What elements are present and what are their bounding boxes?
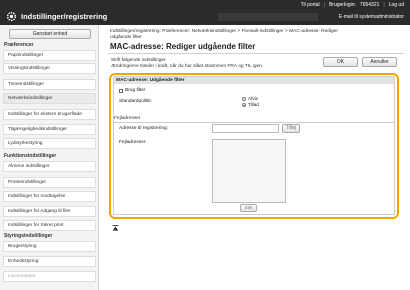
page-title: MAC-adresse: Rediger udgående filter: [110, 42, 256, 51]
divider: [108, 53, 404, 54]
restart-device-button[interactable]: Genstart enhed: [9, 29, 91, 39]
mail-admin-link[interactable]: E-mail til systemadministrator: [339, 14, 404, 20]
sidebar-item-printer[interactable]: Printerindstillinger: [3, 177, 96, 188]
panel-heading: MAC-adresse: Udgående filter: [114, 77, 394, 84]
filter-addresses-heading: Fejladresser: [114, 116, 141, 121]
info-text: Skift følgende indstillinger. Ændringern…: [111, 58, 263, 70]
separator: |: [383, 2, 385, 8]
policy-allow-label[interactable]: Tillad: [248, 102, 259, 107]
user-login-label: Brugerlogin:: [328, 2, 356, 8]
sidebar-item-common[interactable]: Almene indstillinger: [3, 161, 96, 172]
default-policy-label: Standardpolitik:: [119, 99, 153, 104]
top-bar: Til portal | Brugerlogin: 7654321 | Log …: [0, 0, 410, 25]
sidebar-item-network[interactable]: Netværksindstillinger: [3, 93, 96, 104]
ok-button[interactable]: OK: [323, 57, 358, 67]
sidebar-item-device-management[interactable]: Enhedsstyring: [3, 256, 96, 267]
info-line: Ændringerne træder i kraft, når du har s…: [111, 64, 264, 69]
sidebar-item-receive[interactable]: Indstillinger for modtagelse: [3, 191, 96, 202]
sidebar-item-display[interactable]: Visningsindstillinger: [3, 63, 96, 74]
sidebar-item-license[interactable]: Licens/andet: [3, 271, 96, 282]
portal-link[interactable]: Til portal: [301, 2, 320, 8]
top-bar-spacer: [218, 13, 318, 21]
separator: |: [323, 2, 325, 8]
top-links: Til portal | Brugerlogin: 7654321 | Log …: [301, 2, 404, 8]
filter-list-label: Fejladresser:: [119, 140, 147, 145]
sidebar-item-remote-ui[interactable]: Indstillinger for ekstern brugerflade: [3, 109, 96, 120]
sidebar-section-title: Styringsindstillinger: [4, 233, 53, 239]
policy-deny-radio[interactable]: [242, 97, 246, 101]
sidebar: Genstart enhed Præferencer Papirindstill…: [0, 25, 99, 290]
cancel-button[interactable]: Annuller: [362, 57, 397, 67]
settings-gear-icon: [6, 11, 17, 22]
sidebar-item-paper[interactable]: Papirindstillinger: [3, 50, 96, 61]
address-input[interactable]: [212, 124, 279, 133]
breadcrumb: Indstillinger/registrering: Præferencer:…: [110, 29, 402, 41]
policy-allow-radio[interactable]: [242, 103, 246, 107]
sidebar-section-title: Funktionsindstillinger: [4, 153, 57, 159]
logout-link[interactable]: Log ud: [389, 2, 404, 8]
sidebar-section-title: Præferencer: [4, 42, 34, 48]
scroll-to-top-icon[interactable]: [112, 225, 119, 231]
app-brand: Indstillinger/registrering: [6, 11, 107, 22]
filter-address-list[interactable]: [212, 139, 286, 203]
use-filter-label[interactable]: Brug filter: [125, 88, 146, 93]
policy-deny-label[interactable]: Afvis: [248, 96, 258, 101]
delete-button[interactable]: Slet: [240, 204, 257, 212]
sidebar-item-timer[interactable]: Timerindstillinger: [3, 79, 96, 90]
address-label: Adresse til registrering:: [119, 126, 169, 131]
sidebar-item-file-access[interactable]: Indstillinger for Adgang til filer: [3, 206, 96, 217]
sidebar-item-volume[interactable]: Lydstyrkestyring: [3, 138, 96, 149]
sidebar-item-secure-print[interactable]: Indstillinger for Sikret print: [3, 220, 96, 231]
user-id: 7654321: [359, 2, 380, 8]
use-filter-checkbox[interactable]: [119, 89, 123, 93]
sidebar-item-accessibility[interactable]: Tilgængelighedsindstillinger: [3, 124, 96, 135]
breadcrumb-line: udgående filter: [110, 35, 142, 40]
add-button[interactable]: Tilføj: [282, 124, 300, 133]
app-title: Indstillinger/registrering: [21, 12, 108, 21]
sidebar-item-user-management[interactable]: Brugerstyring: [3, 241, 96, 252]
divider: [114, 122, 394, 123]
